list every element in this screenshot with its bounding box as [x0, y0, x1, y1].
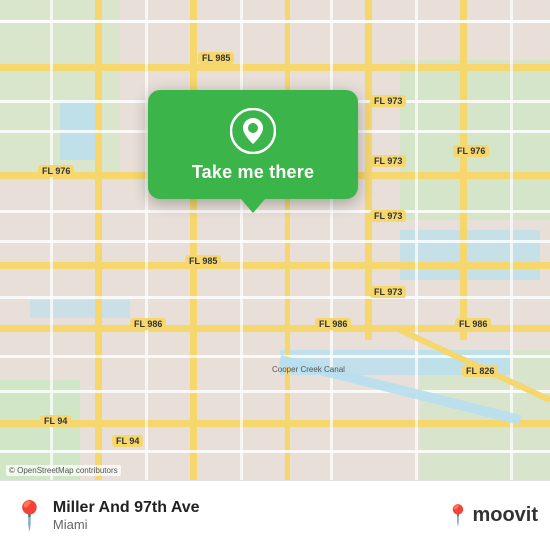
road-label-fl976: FL 976 [38, 165, 74, 177]
road-label-fl973-4: FL 973 [370, 286, 406, 298]
canal-label: Cooper Creek Canal [272, 365, 345, 374]
road-label-fl985-mid: FL 985 [185, 255, 221, 267]
map-container: FL 985 FL 976 FL 973 FL 976 FL 973 FL 97… [0, 0, 550, 480]
popup-card: Take me there [148, 90, 358, 199]
moovit-logo: 📍 moovit [446, 503, 538, 528]
bottom-bar: 📍 Miller And 97th Ave Miami 📍 moovit [0, 480, 550, 550]
location-pin-icon [230, 108, 276, 154]
location-subtitle: Miami [53, 517, 446, 532]
road-label-fl986-3: FL 986 [455, 318, 491, 330]
map-attribution: © OpenStreetMap contributors [6, 465, 121, 476]
road-label-fl973-1: FL 973 [370, 95, 406, 107]
road-label-fl826: FL 826 [462, 365, 498, 377]
road-label-fl985-top: FL 985 [198, 52, 234, 64]
bottom-text: Miller And 97th Ave Miami [53, 499, 446, 532]
road-label-fl986-1: FL 986 [130, 318, 166, 330]
bottom-pin-icon: 📍 [12, 499, 47, 532]
road-label-fl94-2: FL 94 [112, 435, 143, 447]
road-label-fl94-1: FL 94 [40, 415, 71, 427]
road-label-fl973-2: FL 973 [370, 155, 406, 167]
moovit-brand-text: moovit [472, 504, 538, 527]
road-label-fl973-3: FL 973 [370, 210, 406, 222]
location-title: Miller And 97th Ave [53, 499, 446, 517]
moovit-pin-icon: 📍 [446, 503, 471, 528]
take-me-there-button[interactable]: Take me there [192, 162, 314, 183]
road-label-fl986-2: FL 986 [315, 318, 351, 330]
road-label-fl976-2: FL 976 [453, 145, 489, 157]
